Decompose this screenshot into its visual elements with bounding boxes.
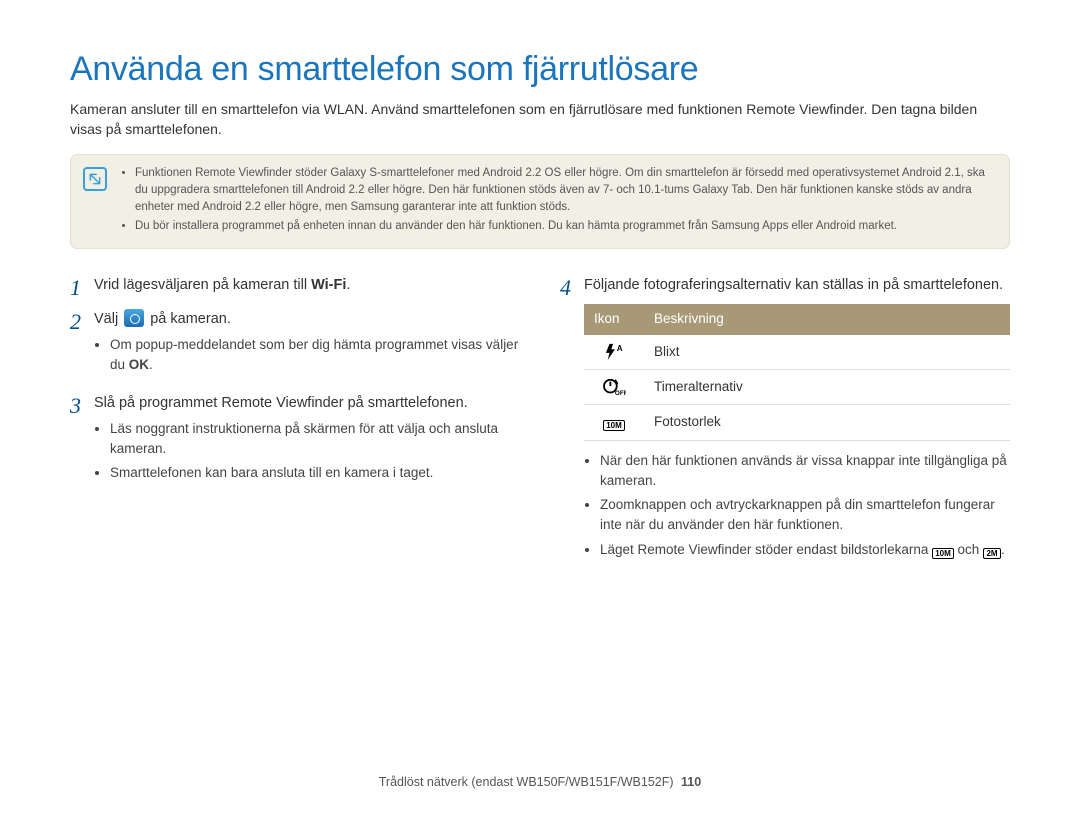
step-3-sub-item: Smarttelefonen kan bara ansluta till en … [110, 463, 520, 483]
svg-text:A: A [617, 344, 623, 353]
table-row: A Blixt [584, 335, 1010, 370]
step-text: Vrid lägesväljaren på kameran till Wi-Fi… [94, 275, 520, 297]
table-row: OFF Timeralternativ [584, 369, 1010, 404]
note-item: Funktionen Remote Viewfinder stöder Gala… [135, 165, 997, 217]
step-number: 4 [560, 275, 584, 570]
note-icon [83, 167, 107, 191]
step-text: Följande fotograferingsalternativ kan st… [584, 275, 1010, 297]
options-table: Ikon Beskrivning A [584, 304, 1010, 440]
manual-page: Använda en smarttelefon som fjärrutlösar… [0, 0, 1080, 815]
ok-label: OK [129, 357, 149, 372]
table-row: 10M Fotostorlek [584, 405, 1010, 440]
right-notes: När den här funktionen används är vissa … [584, 451, 1010, 560]
page-number: 110 [681, 775, 701, 789]
size-icon-10m: 10M [932, 548, 954, 559]
step-2-post: på kameran. [146, 311, 231, 327]
b3-pre: Läget Remote Viewfinder stöder endast bi… [600, 542, 932, 557]
size-icon-2m: 2M [983, 548, 1001, 559]
step-1-pre: Vrid lägesväljaren på kameran till [94, 277, 311, 293]
step-1-post: . [346, 277, 350, 293]
cell-label: Timeralternativ [644, 369, 1010, 404]
b3-mid: och [954, 542, 983, 557]
right-column: 4 Följande fotograferingsalternativ kan … [560, 275, 1010, 578]
right-note-item: När den här funktionen används är vissa … [600, 451, 1010, 492]
flash-icon: A [584, 335, 644, 370]
step-text: Välj på kameran. [94, 309, 520, 331]
footer-text: Trådlöst nätverk (endast WB150F/WB151F/W… [379, 775, 674, 789]
cell-label: Blixt [644, 335, 1010, 370]
step-text: Slå på programmet Remote Viewfinder på s… [94, 393, 520, 415]
intro-paragraph: Kameran ansluter till en smarttelefon vi… [70, 99, 1010, 140]
right-note-item: Läget Remote Viewfinder stöder endast bi… [600, 540, 1010, 560]
cell-label: Fotostorlek [644, 405, 1010, 440]
remote-viewfinder-icon [124, 309, 144, 327]
svg-text:OFF: OFF [615, 390, 626, 397]
th-desc: Beskrivning [644, 304, 1010, 334]
step-2: 2 Välj på kameran. Om popup-meddelandet … [70, 309, 520, 385]
step-number: 3 [70, 393, 94, 494]
step-3-sub: Läs noggrant instruktionerna på skärmen … [94, 419, 520, 484]
step-3-sub-item: Läs noggrant instruktionerna på skärmen … [110, 419, 520, 460]
step-3: 3 Slå på programmet Remote Viewfinder på… [70, 393, 520, 494]
content-columns: 1 Vrid lägesväljaren på kameran till Wi-… [70, 275, 1010, 578]
step-1: 1 Vrid lägesväljaren på kameran till Wi-… [70, 275, 520, 301]
note-item: Du bör installera programmet på enheten … [135, 218, 997, 235]
note-list: Funktionen Remote Viewfinder stöder Gala… [121, 165, 997, 236]
step-2-sub: Om popup-meddelandet som ber dig hämta p… [94, 335, 520, 376]
step-number: 1 [70, 275, 94, 301]
photo-size-icon: 10M [584, 405, 644, 440]
right-note-item: Zoomknappen och avtryckarknappen på din … [600, 495, 1010, 536]
wifi-label: Wi-Fi [311, 277, 346, 293]
page-title: Använda en smarttelefon som fjärrutlösar… [70, 50, 1010, 89]
th-icon: Ikon [584, 304, 644, 334]
step-2-sub-item: Om popup-meddelandet som ber dig hämta p… [110, 335, 520, 376]
note-box: Funktionen Remote Viewfinder stöder Gala… [70, 154, 1010, 249]
left-column: 1 Vrid lägesväljaren på kameran till Wi-… [70, 275, 520, 578]
page-footer: Trådlöst nätverk (endast WB150F/WB151F/W… [0, 775, 1080, 789]
timer-icon: OFF [584, 369, 644, 404]
step-number: 2 [70, 309, 94, 385]
step-2-sub-text: Om popup-meddelandet som ber dig hämta p… [110, 337, 518, 372]
step-2-pre: Välj [94, 311, 122, 327]
step-4: 4 Följande fotograferingsalternativ kan … [560, 275, 1010, 570]
b3-post: . [1001, 542, 1005, 557]
